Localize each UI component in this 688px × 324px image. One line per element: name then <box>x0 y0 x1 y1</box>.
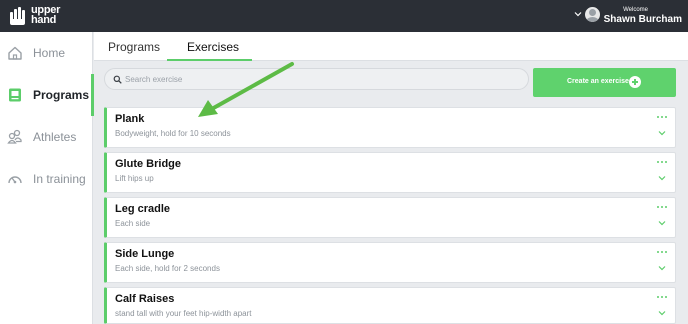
exercise-title: Glute Bridge <box>115 158 182 170</box>
search-box[interactable] <box>104 68 529 90</box>
more-options-icon[interactable] <box>657 116 667 120</box>
create-exercise-label: Create an exercise <box>567 78 629 85</box>
exercise-description: Each side <box>115 219 151 228</box>
sidebar-item-in-training[interactable]: In training <box>0 158 93 200</box>
sidebar-item-athletes[interactable]: Athletes <box>0 116 93 158</box>
plus-circle-icon <box>629 76 641 88</box>
user-menu[interactable]: Welcome Shawn Burcham <box>562 5 682 27</box>
exercise-description: Each side, hold for 2 seconds <box>115 264 220 273</box>
home-icon <box>8 46 22 60</box>
exercise-card[interactable]: Glute Bridge Lift hips up <box>104 152 676 193</box>
exercise-title: Plank <box>115 113 145 125</box>
sidebar-item-home[interactable]: Home <box>0 32 93 74</box>
exercise-description: Bodyweight, hold for 10 seconds <box>115 129 231 138</box>
sidebar-item-programs[interactable]: Programs <box>0 74 94 116</box>
user-name: Shawn Burcham <box>603 14 682 25</box>
sidebar-item-label: Programs <box>33 88 90 102</box>
exercise-title: Side Lunge <box>115 248 175 260</box>
brand-wordmark: upper hand <box>31 5 60 26</box>
active-tab-indicator <box>167 59 252 61</box>
exercise-title: Calf Raises <box>115 293 175 305</box>
chevron-down-icon[interactable] <box>658 130 666 136</box>
exercise-description: stand tall with your feet hip-width apar… <box>115 309 252 318</box>
more-options-icon[interactable] <box>657 296 667 300</box>
brand-line-2: hand <box>31 14 57 26</box>
chevron-down-icon[interactable] <box>658 220 666 226</box>
tab-programs[interactable]: Programs <box>108 40 160 54</box>
chevron-down-icon[interactable] <box>658 265 666 271</box>
exercise-card[interactable]: Side Lunge Each side, hold for 2 seconds <box>104 242 676 283</box>
welcome-label: Welcome <box>623 7 648 13</box>
more-options-icon[interactable] <box>657 251 667 255</box>
more-options-icon[interactable] <box>657 206 667 210</box>
search-icon <box>113 75 122 84</box>
sidebar-item-label: Home <box>33 46 66 60</box>
chevron-down-icon[interactable] <box>574 10 582 18</box>
exercise-card[interactable]: Calf Raises stand tall with your feet hi… <box>104 287 676 324</box>
book-icon <box>9 88 21 102</box>
search-input[interactable] <box>125 71 520 87</box>
exercise-title: Leg cradle <box>115 203 171 215</box>
exercise-card[interactable]: Leg cradle Each side <box>104 197 676 238</box>
top-bar: upper hand Welcome Shawn Burcham <box>0 0 688 32</box>
exercise-card[interactable]: Plank Bodyweight, hold for 10 seconds <box>104 107 676 148</box>
exercise-description: Lift hips up <box>115 174 154 183</box>
tab-exercises[interactable]: Exercises <box>187 40 239 54</box>
athletes-icon <box>7 129 22 144</box>
sidebar: Home Programs Athletes In training <box>0 32 94 324</box>
hand-logo-icon <box>10 7 25 25</box>
chevron-down-icon[interactable] <box>658 310 666 316</box>
tab-bar: Programs Exercises <box>94 32 688 61</box>
avatar[interactable] <box>585 7 600 22</box>
more-options-icon[interactable] <box>657 161 667 165</box>
sidebar-item-label: Athletes <box>33 130 77 144</box>
upper-hand-logo[interactable]: upper hand <box>8 5 64 27</box>
chevron-down-icon[interactable] <box>658 175 666 181</box>
sidebar-item-label: In training <box>33 172 86 186</box>
create-exercise-button[interactable]: Create an exercise <box>533 68 676 97</box>
gauge-icon <box>8 176 22 184</box>
